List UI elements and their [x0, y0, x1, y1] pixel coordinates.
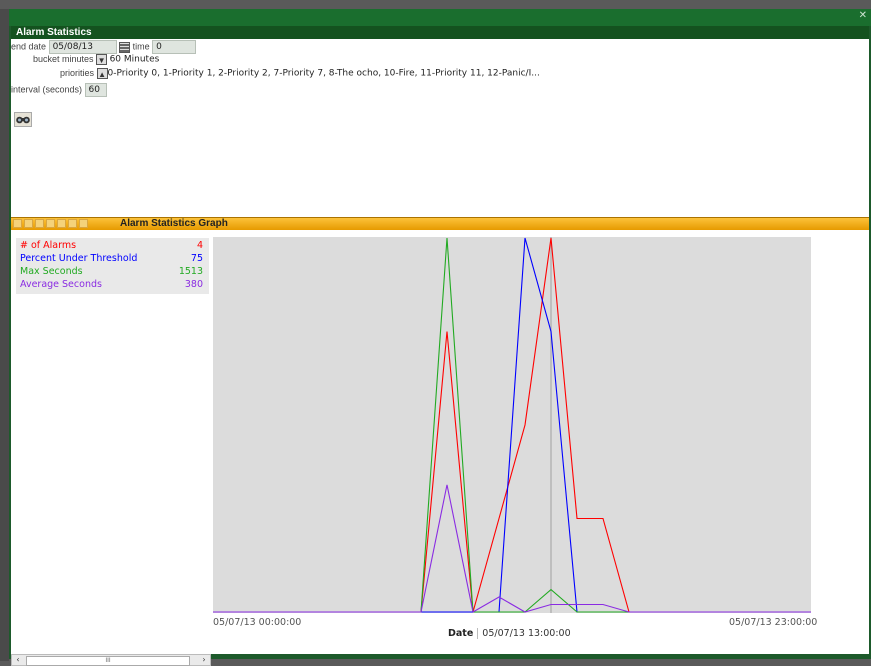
- time-field[interactable]: 0: [152, 40, 197, 54]
- graph-title: Alarm Statistics Graph: [120, 218, 228, 229]
- edit-icon[interactable]: [24, 219, 33, 228]
- scroll-left-icon[interactable]: ‹: [13, 655, 23, 665]
- divider: [477, 628, 479, 639]
- list-icon[interactable]: [13, 219, 22, 228]
- filter-icon[interactable]: [57, 219, 66, 228]
- x-axis-end-label: 05/07/13 23:00:00: [729, 617, 818, 628]
- date-readout: Date 05/07/13 13:00:00: [448, 628, 571, 639]
- interval-label: interval (seconds): [11, 84, 83, 95]
- priorities-select[interactable]: 0-Priority 0, 1-Priority 1, 2-Priority 2…: [108, 69, 540, 79]
- scroll-right-icon[interactable]: ›: [199, 655, 209, 665]
- priorities-label: priorities: [60, 68, 95, 78]
- end-date-row: end date 05/08/13 time 0: [11, 40, 197, 54]
- legend-value: 4: [196, 240, 203, 251]
- horizontal-scrollbar[interactable]: ‹ III ›: [11, 654, 211, 666]
- app-window: ✕ Alarm Statistics end date 05/08/13 tim…: [9, 9, 871, 666]
- legend-label: Average Seconds: [20, 279, 102, 290]
- interval-row: interval (seconds) 60: [11, 83, 107, 97]
- end-date-label: end date: [11, 41, 47, 52]
- legend-value: 1513: [178, 266, 203, 277]
- chevron-down-icon[interactable]: ▼: [96, 54, 108, 66]
- legend-label: # of Alarms: [20, 240, 77, 251]
- legend-label: Percent Under Threshold: [20, 253, 138, 264]
- chevron-up-icon[interactable]: ▲: [96, 68, 108, 80]
- graph-panel-header: Alarm Statistics Graph: [11, 217, 869, 230]
- time-label: time: [132, 41, 150, 52]
- legend-item-average-seconds: Average Seconds 380: [20, 278, 203, 291]
- refresh-icon[interactable]: [79, 219, 88, 228]
- save-icon[interactable]: [46, 219, 55, 228]
- close-icon[interactable]: ✕: [859, 10, 867, 21]
- bucket-minutes-select[interactable]: 60 Minutes: [110, 55, 160, 65]
- window-left-border: [0, 9, 9, 661]
- x-axis-start-label: 05/07/13 00:00:00: [213, 617, 302, 628]
- bucket-row: bucket minutes ▼ 60 Minutes: [33, 54, 160, 66]
- priorities-row: priorities ▲ 0-Priority 0, 1-Priority 1, …: [60, 68, 540, 80]
- search-button[interactable]: [14, 112, 32, 127]
- window-titlebar: ✕: [9, 9, 871, 26]
- binoculars-icon: [16, 116, 30, 124]
- alarm-statistics-form: end date 05/08/13 time 0 bucket minutes …: [11, 39, 869, 217]
- legend-label: Max Seconds: [20, 266, 83, 277]
- graph-legend: # of Alarms 4 Percent Under Threshold 75…: [16, 238, 209, 294]
- scroll-thumb[interactable]: III: [26, 656, 190, 666]
- interval-field[interactable]: 60: [84, 83, 107, 97]
- legend-item-alarms: # of Alarms 4: [20, 239, 203, 252]
- calendar-icon[interactable]: [119, 41, 131, 53]
- delete-icon[interactable]: [68, 219, 77, 228]
- add-icon[interactable]: [35, 219, 44, 228]
- selected-date: 05/07/13 13:00:00: [482, 628, 571, 639]
- end-date-field[interactable]: 05/08/13: [48, 40, 117, 54]
- line-chart[interactable]: [213, 237, 811, 613]
- panel-title: Alarm Statistics: [11, 26, 869, 39]
- legend-item-percent-under-threshold: Percent Under Threshold 75: [20, 252, 203, 265]
- legend-value: 380: [184, 279, 203, 290]
- legend-value: 75: [190, 253, 203, 264]
- graph-area: # of Alarms 4 Percent Under Threshold 75…: [11, 230, 869, 654]
- legend-item-max-seconds: Max Seconds 1513: [20, 265, 203, 278]
- date-label: Date: [448, 628, 474, 639]
- bucket-minutes-label: bucket minutes: [33, 54, 94, 64]
